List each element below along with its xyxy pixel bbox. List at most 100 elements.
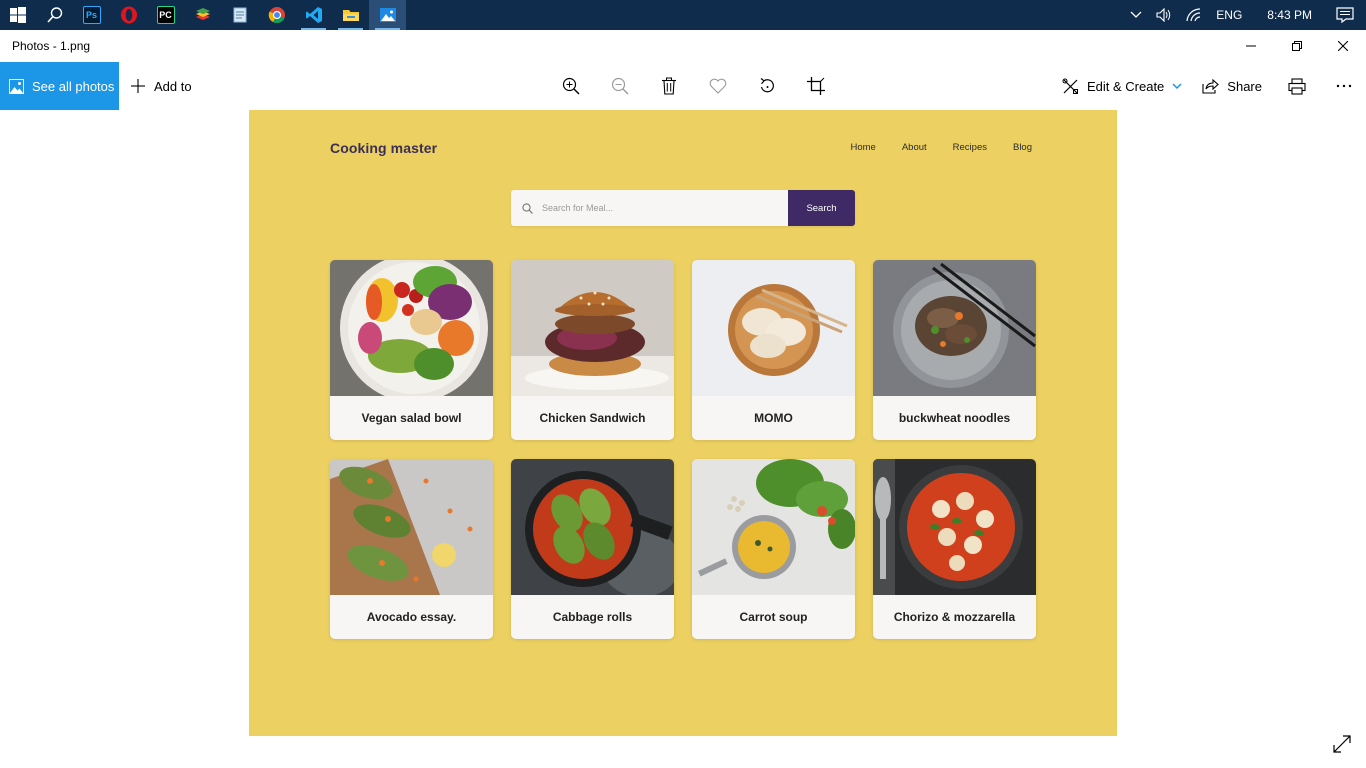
- see-all-photos-button[interactable]: See all photos: [0, 62, 119, 110]
- pycharm-icon: PC: [156, 6, 175, 24]
- nav-home: Home: [850, 142, 876, 153]
- restore-button[interactable]: [1274, 30, 1320, 62]
- edit-create-icon: [1062, 78, 1078, 94]
- photos-toolbar: See all photos Add to Edit & Create Shar…: [0, 62, 1366, 110]
- share-icon: [1202, 78, 1220, 94]
- zoom-out-button[interactable]: [595, 62, 644, 110]
- meal-card-chicken-sandwich: Chicken Sandwich: [511, 260, 674, 440]
- meal-photo-carrot-soup: [692, 459, 855, 595]
- share-button[interactable]: Share: [1192, 62, 1272, 110]
- taskbar-app-opera[interactable]: [110, 0, 147, 30]
- meal-card-chorizo-mozzarella: Chorizo & mozzarella: [873, 459, 1036, 639]
- meal-name: Chicken Sandwich: [539, 411, 646, 425]
- taskbar-app-photos[interactable]: [369, 0, 406, 30]
- meal-name: Vegan salad bowl: [361, 411, 462, 425]
- expand-icon: [1333, 735, 1351, 753]
- title-bar: Photos - 1.png: [0, 30, 1366, 62]
- taskbar-search-button[interactable]: [36, 0, 73, 30]
- tray-language[interactable]: ENG: [1209, 0, 1249, 30]
- minimize-icon: [1246, 45, 1256, 47]
- meal-search-placeholder: Search for Meal...: [542, 203, 614, 213]
- meal-card-momo: MOMO: [692, 260, 855, 440]
- zoom-in-icon: [562, 77, 579, 95]
- meal-photo-noodles: [873, 260, 1036, 396]
- delete-button[interactable]: [644, 62, 693, 110]
- image-tools: [546, 62, 840, 110]
- windows-logo-icon: [10, 7, 26, 23]
- add-to-button[interactable]: Add to: [130, 62, 192, 110]
- meal-search: Search for Meal... Search: [511, 190, 855, 226]
- edit-create-label: Edit & Create: [1086, 78, 1165, 94]
- taskbar-app-photoshop[interactable]: Ps: [73, 0, 110, 30]
- meal-name: Chorizo & mozzarella: [893, 610, 1016, 624]
- tray-wifi[interactable]: [1179, 0, 1209, 30]
- share-label: Share: [1227, 78, 1262, 94]
- meal-photo-avocado: [330, 459, 493, 595]
- meal-photo-cabbage-rolls: [511, 459, 674, 595]
- taskbar-app-file-explorer[interactable]: [332, 0, 369, 30]
- window-title: Photos - 1.png: [12, 39, 91, 53]
- tray-overflow-button[interactable]: [1123, 0, 1149, 30]
- taskbar-app-notepad[interactable]: [221, 0, 258, 30]
- meal-grid: Vegan salad bowl Chicken Sandwich MOMO b…: [330, 260, 1036, 640]
- opera-icon: [120, 6, 137, 24]
- minimize-button[interactable]: [1228, 30, 1274, 62]
- plus-icon: [131, 79, 145, 93]
- add-to-label: Add to: [154, 78, 192, 94]
- crop-button[interactable]: [791, 62, 840, 110]
- window-controls: [1228, 30, 1366, 62]
- tray-action-center[interactable]: [1330, 0, 1366, 30]
- close-icon: [1338, 41, 1348, 51]
- favorite-button[interactable]: [693, 62, 742, 110]
- taskbar: Ps PC ENG 8:43 PM: [0, 0, 1366, 30]
- search-icon: [522, 202, 533, 214]
- photoshop-icon: Ps: [82, 6, 101, 24]
- wifi-icon: [1186, 8, 1201, 22]
- start-button[interactable]: [0, 0, 36, 30]
- volume-icon: [1156, 8, 1171, 22]
- toolbar-right: Edit & Create Share: [1052, 62, 1366, 110]
- meal-photo-salad-bowl: [330, 260, 493, 396]
- crop-icon: [806, 77, 825, 95]
- print-icon: [1288, 77, 1306, 95]
- taskbar-app-pycharm[interactable]: PC: [147, 0, 184, 30]
- meal-photo-sandwich: [511, 260, 674, 396]
- edit-create-button[interactable]: Edit & Create: [1052, 62, 1192, 110]
- meal-card-buckwheat-noodles: buckwheat noodles: [873, 260, 1036, 440]
- tray-volume[interactable]: [1149, 0, 1179, 30]
- vscode-icon: [305, 7, 322, 23]
- meal-name: Avocado essay.: [366, 610, 457, 624]
- meal-card-vegan-salad-bowl: Vegan salad bowl: [330, 260, 493, 440]
- meal-name: MOMO: [754, 411, 793, 425]
- rotate-button[interactable]: [742, 62, 791, 110]
- taskbar-app-chrome[interactable]: [258, 0, 295, 30]
- bluestacks-icon: [195, 8, 210, 20]
- close-button[interactable]: [1320, 30, 1366, 62]
- print-button[interactable]: [1272, 62, 1322, 110]
- taskbar-app-vscode[interactable]: [295, 0, 332, 30]
- notepad-icon: [233, 7, 246, 23]
- trash-icon: [661, 77, 676, 95]
- full-screen-button[interactable]: [1330, 732, 1354, 756]
- site-nav: Home About Recipes Blog: [824, 142, 1032, 153]
- taskbar-app-bluestacks[interactable]: [184, 0, 221, 30]
- meal-search-button: Search: [788, 190, 855, 226]
- nav-about: About: [901, 142, 927, 153]
- chrome-icon: [268, 7, 285, 24]
- meal-card-avocado-essay: Avocado essay.: [330, 459, 493, 639]
- photos-icon: [379, 8, 396, 22]
- system-tray: ENG 8:43 PM: [1123, 0, 1366, 30]
- nav-recipes: Recipes: [952, 142, 987, 153]
- chevron-down-icon: [1172, 82, 1182, 89]
- meal-search-input: Search for Meal...: [511, 190, 788, 226]
- chevron-up-icon: [1130, 11, 1142, 18]
- zoom-in-button[interactable]: [546, 62, 595, 110]
- photo-canvas[interactable]: Cooking master Home About Recipes Blog S…: [249, 110, 1117, 736]
- notification-icon: [1336, 7, 1354, 23]
- search-icon: [46, 7, 62, 23]
- nav-blog: Blog: [1012, 142, 1032, 153]
- meal-name: Carrot soup: [739, 610, 808, 624]
- more-options-button[interactable]: [1322, 62, 1366, 110]
- site-logo: Cooking master: [330, 140, 438, 156]
- tray-clock[interactable]: 8:43 PM: [1249, 0, 1330, 30]
